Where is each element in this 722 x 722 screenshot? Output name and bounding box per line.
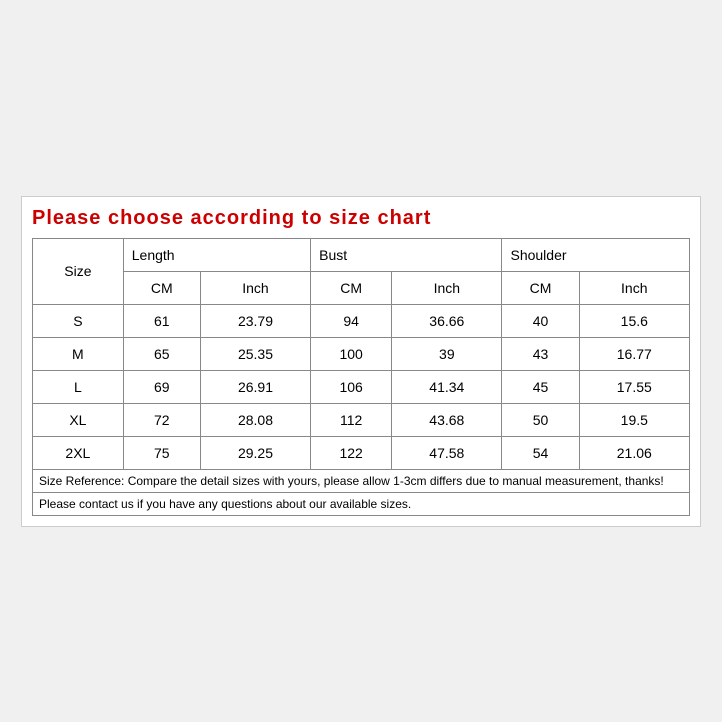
shoulder-inch-header: Inch <box>579 271 689 304</box>
table-cell: 72 <box>123 403 200 436</box>
shoulder-cm-header: CM <box>502 271 579 304</box>
table-row: M6525.35100394316.77 <box>33 337 690 370</box>
table-cell: 122 <box>311 436 392 469</box>
table-cell: 21.06 <box>579 436 689 469</box>
table-cell: 26.91 <box>200 370 310 403</box>
table-cell: 19.5 <box>579 403 689 436</box>
table-cell: 54 <box>502 436 579 469</box>
note-row: Size Reference: Compare the detail sizes… <box>33 469 690 492</box>
table-cell: 29.25 <box>200 436 310 469</box>
table-cell: 36.66 <box>392 304 502 337</box>
table-cell: 65 <box>123 337 200 370</box>
bust-inch-header: Inch <box>392 271 502 304</box>
table-cell: 69 <box>123 370 200 403</box>
table-cell: 23.79 <box>200 304 310 337</box>
size-table: Size Length Bust Shoulder CM Inch CM Inc… <box>32 238 690 516</box>
table-cell: 41.34 <box>392 370 502 403</box>
table-cell: 43 <box>502 337 579 370</box>
table-cell: 15.6 <box>579 304 689 337</box>
size-chart-container: Please choose according to size chart Si… <box>21 196 701 527</box>
bust-header: Bust <box>311 238 502 271</box>
table-cell: M <box>33 337 124 370</box>
table-row: L6926.9110641.344517.55 <box>33 370 690 403</box>
table-cell: 61 <box>123 304 200 337</box>
table-row: XL7228.0811243.685019.5 <box>33 403 690 436</box>
table-cell: 94 <box>311 304 392 337</box>
length-cm-header: CM <box>123 271 200 304</box>
table-cell: 106 <box>311 370 392 403</box>
table-row: 2XL7529.2512247.585421.06 <box>33 436 690 469</box>
table-cell: 25.35 <box>200 337 310 370</box>
note-row: Please contact us if you have any questi… <box>33 492 690 515</box>
table-cell: 40 <box>502 304 579 337</box>
table-cell: S <box>33 304 124 337</box>
table-cell: 43.68 <box>392 403 502 436</box>
table-cell: 50 <box>502 403 579 436</box>
table-cell: 75 <box>123 436 200 469</box>
table-cell: 112 <box>311 403 392 436</box>
table-cell: L <box>33 370 124 403</box>
table-cell: 2XL <box>33 436 124 469</box>
bust-cm-header: CM <box>311 271 392 304</box>
table-cell: 45 <box>502 370 579 403</box>
table-cell: 16.77 <box>579 337 689 370</box>
length-header: Length <box>123 238 310 271</box>
chart-title: Please choose according to size chart <box>32 207 690 230</box>
note-text: Size Reference: Compare the detail sizes… <box>33 469 690 492</box>
table-cell: 47.58 <box>392 436 502 469</box>
size-header: Size <box>33 238 124 304</box>
table-cell: XL <box>33 403 124 436</box>
table-row: S6123.799436.664015.6 <box>33 304 690 337</box>
length-inch-header: Inch <box>200 271 310 304</box>
table-cell: 28.08 <box>200 403 310 436</box>
shoulder-header: Shoulder <box>502 238 690 271</box>
table-cell: 17.55 <box>579 370 689 403</box>
table-cell: 100 <box>311 337 392 370</box>
table-cell: 39 <box>392 337 502 370</box>
note-text: Please contact us if you have any questi… <box>33 492 690 515</box>
